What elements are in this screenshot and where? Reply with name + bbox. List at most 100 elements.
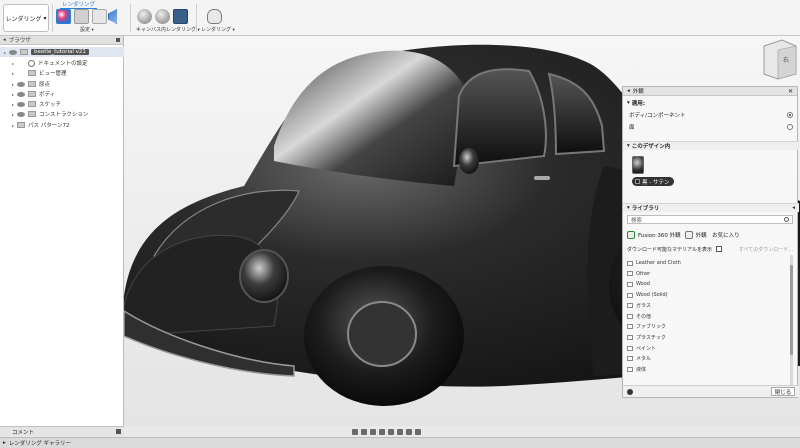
browser-root-item[interactable]: ▸ beetle_tutorial v21 bbox=[0, 47, 124, 57]
expand-triangle-icon[interactable]: ▸ bbox=[12, 61, 17, 66]
viewports-icon[interactable] bbox=[415, 428, 421, 435]
viewcube[interactable]: 右 bbox=[762, 38, 798, 80]
panel-grip-icon[interactable]: ◂ bbox=[627, 88, 630, 94]
orbit-icon[interactable] bbox=[352, 428, 358, 435]
apply-option-body[interactable]: ボディ/コンポーネント bbox=[629, 110, 793, 120]
grid-settings-icon[interactable] bbox=[406, 428, 412, 435]
close-button[interactable]: 閉じる bbox=[771, 387, 795, 396]
render-group-label[interactable]: レンダリング bbox=[201, 26, 235, 33]
pattern-icon bbox=[17, 122, 25, 128]
download-all-link[interactable]: すべてのダウンロード... bbox=[739, 246, 793, 253]
download-label: ダウンロード可能なマテリアルを表示 bbox=[627, 246, 712, 253]
viewcube-face-label: 右 bbox=[783, 57, 790, 64]
search-icon[interactable] bbox=[784, 217, 789, 222]
comments-bar[interactable]: コメント bbox=[0, 426, 124, 436]
tab-fusion-appearances[interactable]: Fusion 360 外観 bbox=[627, 231, 681, 239]
in-canvas-render-icon[interactable] bbox=[137, 9, 152, 24]
library-search-input[interactable]: 検索 bbox=[627, 215, 793, 224]
capture-image-icon[interactable] bbox=[173, 9, 188, 24]
render-gallery-bar[interactable]: ▸ レンダリング ギャラリー bbox=[0, 437, 800, 448]
folder-icon bbox=[28, 81, 36, 87]
browser-item-origin[interactable]: ▸ 原点 bbox=[0, 79, 124, 89]
texture-map-icon[interactable] bbox=[92, 9, 107, 24]
browser-header[interactable]: ◂ ブラウザ bbox=[0, 36, 123, 45]
browser-item-construction[interactable]: ▸ コンストラクション bbox=[0, 109, 124, 119]
apply-section-header[interactable]: ▾ 適用: bbox=[623, 98, 799, 107]
scene-settings-icon[interactable] bbox=[56, 9, 71, 24]
refresh-icon[interactable] bbox=[627, 231, 635, 239]
radio-button[interactable] bbox=[787, 124, 793, 130]
info-icon[interactable] bbox=[627, 389, 633, 395]
appearance-icon[interactable] bbox=[74, 9, 89, 24]
library-section-header[interactable]: ▾ ライブラリ ◂ bbox=[623, 203, 799, 212]
divider bbox=[52, 4, 53, 32]
library-item[interactable]: ファブリック bbox=[627, 322, 787, 333]
render-teapot-icon[interactable] bbox=[207, 9, 222, 24]
collapse-triangle-icon[interactable]: ◂ bbox=[3, 37, 6, 43]
setup-group-label[interactable]: 設定 bbox=[80, 26, 94, 33]
toolbar-section-label: レンダリング bbox=[60, 2, 98, 9]
expand-triangle-icon[interactable]: ▸ bbox=[12, 71, 17, 76]
collapse-icon[interactable]: ◂ bbox=[792, 205, 795, 211]
divider bbox=[130, 4, 131, 32]
visibility-eye-icon[interactable] bbox=[17, 81, 25, 87]
library-item[interactable]: ペイント bbox=[627, 343, 787, 354]
library-section-title: ライブラリ bbox=[631, 206, 660, 212]
browser-item-document-settings[interactable]: ▸ ドキュメントの設定 bbox=[0, 58, 124, 68]
browser-item-named-views[interactable]: ▸ ビュー管理 bbox=[0, 68, 124, 78]
tab-favorites[interactable]: 外観 お気に入り bbox=[684, 231, 740, 239]
apply-option-label: 面 bbox=[629, 125, 635, 131]
tab-label: Fusion 360 外観 bbox=[638, 233, 681, 239]
display-settings-icon[interactable] bbox=[397, 428, 403, 435]
library-item[interactable]: ガラス bbox=[627, 300, 787, 311]
browser-item-sketches[interactable]: ▸ スケッチ bbox=[0, 99, 124, 109]
in-canvas-render-settings-icon[interactable] bbox=[155, 9, 170, 24]
pin-icon[interactable] bbox=[116, 38, 120, 42]
visibility-eye-icon[interactable] bbox=[17, 101, 25, 107]
close-icon[interactable]: ✕ bbox=[788, 88, 793, 95]
chevron-down-icon: ▾ bbox=[43, 14, 47, 22]
material-tag[interactable]: 黒 - サテン bbox=[632, 177, 675, 186]
gear-icon bbox=[28, 59, 35, 67]
library-item[interactable]: プラスチック bbox=[627, 332, 787, 343]
appearance-header[interactable]: ◂ 外観 ✕ bbox=[623, 87, 797, 96]
visibility-eye-icon[interactable] bbox=[17, 111, 25, 117]
library-item[interactable]: Wood (Solid) bbox=[627, 290, 787, 301]
apply-option-face[interactable]: 面 bbox=[629, 122, 793, 132]
download-checkbox[interactable] bbox=[715, 246, 722, 252]
tab-label: 外観 お気に入り bbox=[695, 233, 740, 239]
material-name: 黒 - サテン bbox=[642, 179, 670, 186]
add-comment-icon[interactable] bbox=[116, 429, 121, 434]
library-item[interactable]: Other bbox=[627, 269, 787, 280]
library-item[interactable]: Leather and Cloth bbox=[627, 258, 787, 269]
fit-icon[interactable] bbox=[388, 428, 394, 435]
folder-icon bbox=[627, 324, 633, 330]
workspace-switcher[interactable]: レンダリング ▾ bbox=[3, 4, 49, 32]
collapse-triangle-icon[interactable]: ▾ bbox=[627, 205, 630, 211]
collapse-triangle-icon[interactable]: ▾ bbox=[627, 100, 630, 106]
browser-item-path-pattern[interactable]: ▸ パス パターン72 bbox=[0, 120, 124, 130]
pan-hand-icon[interactable] bbox=[370, 428, 376, 435]
scrollbar-thumb[interactable] bbox=[790, 265, 793, 355]
collapse-triangle-icon[interactable]: ▾ bbox=[627, 143, 630, 149]
browser-item-bodies[interactable]: ▸ ボディ bbox=[0, 89, 124, 99]
in-design-section-header[interactable]: ▾ このデザイン内 bbox=[623, 141, 799, 150]
library-item[interactable]: その他 bbox=[627, 311, 787, 322]
look-at-icon[interactable] bbox=[361, 428, 367, 435]
decal-icon[interactable] bbox=[108, 9, 117, 24]
collapse-triangle-icon[interactable]: ▸ bbox=[3, 440, 6, 446]
material-swatch[interactable] bbox=[632, 156, 644, 174]
folder-icon bbox=[627, 303, 633, 309]
radio-button[interactable] bbox=[787, 112, 793, 118]
visibility-eye-icon[interactable] bbox=[17, 91, 25, 97]
library-item[interactable]: メタル bbox=[627, 353, 787, 364]
library-item[interactable]: 液体 bbox=[627, 364, 787, 375]
visibility-eye-icon[interactable] bbox=[9, 49, 17, 55]
library-item[interactable]: Wood bbox=[627, 279, 787, 290]
item-label: スケッチ bbox=[39, 102, 62, 108]
zoom-icon[interactable] bbox=[379, 428, 385, 435]
in-canvas-render-group-label[interactable]: キャンバス内レンダリング bbox=[136, 26, 200, 33]
library-scrollbar[interactable] bbox=[790, 255, 793, 385]
browser-title: ブラウザ bbox=[8, 38, 31, 44]
item-label: パス パターン72 bbox=[28, 123, 70, 129]
